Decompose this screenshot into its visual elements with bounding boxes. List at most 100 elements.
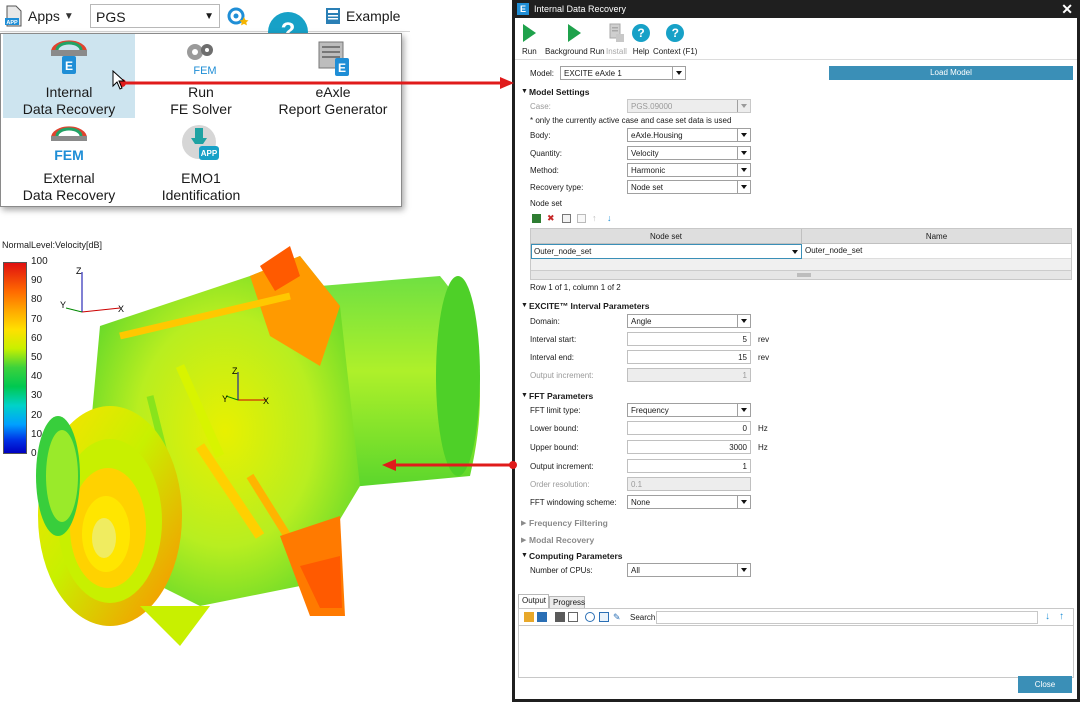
order-resolution-value: 0.1: [631, 480, 643, 489]
chevron-down-icon: [737, 564, 750, 576]
main-toolbar: APP Apps ▼ PGS ▼ ? Example: [0, 0, 410, 52]
section-fft-parameters[interactable]: ▼ FFT Parameters: [515, 389, 1077, 403]
model-select[interactable]: EXCITE eAxle 1: [560, 66, 686, 80]
chevron-down-icon: ▼: [204, 11, 214, 22]
method-select[interactable]: Harmonic: [627, 163, 751, 177]
column-header-name[interactable]: Name: [802, 229, 1071, 244]
wrap-text-icon[interactable]: [599, 612, 609, 622]
app-emo1-identification[interactable]: APP EMO1 Identification: [135, 120, 267, 204]
section-computing-parameters[interactable]: ▼ Computing Parameters: [515, 549, 1077, 563]
section-model-settings[interactable]: ▼ Model Settings: [515, 85, 1077, 99]
legend-tick-label: 50: [31, 352, 43, 363]
upper-bound-input[interactable]: 3000: [627, 440, 751, 454]
recovery-type-select[interactable]: Node set: [627, 180, 751, 194]
method-label: Method:: [530, 166, 559, 175]
help-button[interactable]: ? Help: [632, 22, 650, 56]
search-prev-icon[interactable]: ↑: [1059, 612, 1069, 622]
output-panel: Output Progress ✎ Search: ↓ ↑: [518, 594, 1074, 694]
body-select[interactable]: eAxle.Housing: [627, 128, 751, 142]
interval-start-label: Interval start:: [530, 335, 577, 344]
tab-progress[interactable]: Progress: [549, 596, 585, 608]
domain-select[interactable]: Angle: [627, 314, 751, 328]
mouse-cursor-icon: [112, 70, 126, 90]
app-external-data-recovery[interactable]: FEM External Data Recovery: [3, 120, 135, 204]
copy-icon[interactable]: [568, 612, 578, 622]
table-cell-name[interactable]: Outer_node_set: [802, 244, 1071, 259]
upper-bound-label: Upper bound:: [530, 443, 579, 452]
save-icon[interactable]: [537, 612, 547, 622]
project-select[interactable]: PGS ▼: [90, 4, 220, 28]
internal-data-recovery-dialog: E Internal Data Recovery ✕ Run Backgroun…: [512, 0, 1080, 702]
lower-bound-input[interactable]: 0: [627, 421, 751, 435]
dialog-titlebar[interactable]: E Internal Data Recovery ✕: [512, 0, 1080, 18]
search-label: Search:: [630, 613, 658, 622]
domain-label: Domain:: [530, 317, 560, 326]
context-help-button[interactable]: ? Context (F1): [653, 22, 697, 56]
cpus-select-value: All: [631, 566, 640, 575]
quantity-row: Quantity: Velocity: [515, 146, 1077, 162]
move-down-icon[interactable]: ↓: [607, 213, 616, 223]
case-select: PGS.09000: [627, 99, 751, 113]
fft-limit-select[interactable]: Frequency: [627, 403, 751, 417]
move-up-icon: ↑: [592, 212, 597, 223]
close-button[interactable]: Close: [1018, 676, 1072, 693]
interval-increment-input: 1: [627, 368, 751, 382]
example-button[interactable]: Example: [324, 4, 400, 28]
tab-output[interactable]: Output: [518, 594, 549, 608]
scrollbar-thumb[interactable]: [797, 273, 811, 277]
node-set-table: Node set Name Outer_node_set Outer_node_…: [530, 228, 1072, 280]
delete-row-icon[interactable]: ✖: [547, 213, 556, 223]
interval-increment-value: 1: [742, 371, 747, 380]
fft-window-select[interactable]: None: [627, 495, 751, 509]
case-select-value: PGS.09000: [631, 102, 673, 111]
upper-bound-row: Upper bound: 3000 Hz: [515, 440, 1077, 456]
filter-icon[interactable]: [585, 612, 595, 622]
column-header-node-set[interactable]: Node set: [531, 229, 802, 244]
case-note: * only the currently active case and cas…: [530, 116, 732, 125]
clear-icon[interactable]: ✎: [613, 612, 623, 622]
chevron-down-icon: [737, 404, 750, 416]
background-run-button[interactable]: Background Run: [545, 22, 605, 56]
copy-icon[interactable]: [562, 213, 571, 223]
collapse-arrow-icon: ▼: [521, 88, 528, 95]
refresh-star-icon[interactable]: [226, 4, 250, 28]
lower-bound-label: Lower bound:: [530, 424, 579, 433]
print-icon[interactable]: [555, 612, 565, 622]
axis-y-label: Y: [222, 394, 228, 404]
output-log[interactable]: [518, 626, 1074, 678]
section-interval-parameters[interactable]: ▼ EXCITE™ Interval Parameters: [515, 299, 1077, 313]
quantity-select[interactable]: Velocity: [627, 146, 751, 160]
run-button[interactable]: Run: [522, 22, 537, 56]
close-icon[interactable]: ✕: [1061, 1, 1073, 18]
cpus-row: Number of CPUs: All: [515, 563, 1077, 579]
load-model-button[interactable]: Load Model: [829, 66, 1073, 80]
section-title: Frequency Filtering: [529, 518, 608, 528]
app-label-line2: Data Recovery: [22, 101, 116, 117]
context-help-icon: ?: [666, 24, 685, 42]
play-icon: [522, 24, 536, 42]
row-info: Row 1 of 1, column 1 of 2: [530, 283, 621, 292]
body-label: Body:: [530, 131, 551, 140]
chevron-down-icon: [737, 129, 750, 141]
order-resolution-label: Order resolution:: [530, 480, 590, 489]
table-cell-node-set[interactable]: Outer_node_set: [531, 244, 802, 259]
cpus-select[interactable]: All: [627, 563, 751, 577]
interval-start-input[interactable]: 5: [627, 332, 751, 346]
fft-increment-value: 1: [742, 462, 747, 471]
search-input[interactable]: [656, 611, 1038, 624]
section-frequency-filtering[interactable]: ▶ Frequency Filtering: [515, 516, 1077, 530]
help-icon: ?: [632, 24, 650, 42]
add-row-icon[interactable]: [532, 213, 541, 223]
search-next-icon[interactable]: ↓: [1045, 612, 1055, 622]
apps-button[interactable]: APP Apps ▼: [4, 4, 74, 28]
section-title: Modal Recovery: [529, 535, 595, 545]
table-horizontal-scrollbar[interactable]: [531, 270, 1071, 279]
project-select-value: PGS: [96, 9, 126, 25]
axis-y-label: Y: [60, 300, 66, 310]
section-modal-recovery[interactable]: ▶ Modal Recovery: [515, 533, 1077, 547]
interval-end-input[interactable]: 15: [627, 350, 751, 364]
interval-start-row: Interval start: 5 rev: [515, 332, 1077, 348]
interval-end-unit: rev: [758, 353, 770, 362]
open-folder-icon[interactable]: [524, 612, 534, 622]
fft-increment-input[interactable]: 1: [627, 459, 751, 473]
